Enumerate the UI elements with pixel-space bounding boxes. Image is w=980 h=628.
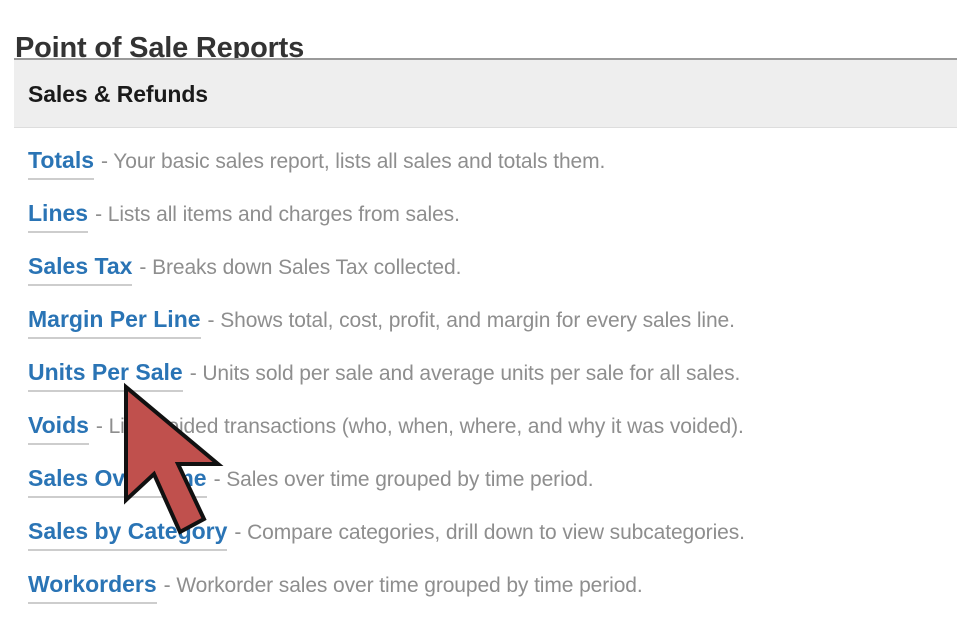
sales-and-refunds-panel: Sales & Refunds Totals - Your basic sales…: [14, 58, 957, 619]
report-description: - Compare categories, drill down to view…: [227, 518, 745, 548]
report-link-totals[interactable]: Totals: [28, 145, 95, 180]
report-link-sales-tax[interactable]: Sales Tax: [28, 251, 133, 286]
report-separator: -: [163, 574, 171, 597]
report-description: - Sales over time grouped by time period…: [207, 465, 594, 495]
report-description-text: Breaks down Sales Tax collected.: [152, 256, 462, 279]
report-description: - Units sold per sale and average units …: [183, 359, 741, 389]
report-description-text: Shows total, cost, profit, and margin fo…: [220, 309, 735, 332]
list-item: Sales by Category - Compare categories, d…: [28, 513, 943, 566]
panel-body: Totals - Your basic sales report, lists a…: [14, 128, 957, 619]
report-link-workorders[interactable]: Workorders: [28, 569, 157, 604]
report-description: - Lists voided transactions (who, when, …: [89, 412, 744, 442]
list-item: Sales Over Time - Sales over time grouped…: [28, 460, 943, 513]
report-description-text: Compare categories, drill down to view s…: [247, 521, 745, 544]
report-description-text: Your basic sales report, lists all sales…: [113, 150, 606, 173]
report-separator: -: [95, 203, 102, 226]
list-item: Totals - Your basic sales report, lists a…: [28, 142, 943, 195]
report-separator: -: [234, 521, 242, 544]
report-link-sales-over-time[interactable]: Sales Over Time: [28, 463, 207, 498]
report-description-text: Sales over time grouped by time period.: [226, 468, 594, 491]
list-item: Workorders - Workorder sales over time gr…: [28, 566, 943, 619]
report-description: - Breaks down Sales Tax collected.: [132, 253, 461, 283]
report-list: Totals - Your basic sales report, lists a…: [28, 142, 943, 619]
report-description: - Lists all items and charges from sales…: [88, 200, 460, 230]
report-link-sales-by-category[interactable]: Sales by Category: [28, 516, 228, 551]
panel-heading-title: Sales & Refunds: [28, 80, 208, 107]
report-description-text: Units sold per sale and average units pe…: [202, 362, 741, 385]
list-item: Lines - Lists all items and charges from …: [28, 195, 943, 248]
report-description: - Your basic sales report, lists all sal…: [94, 147, 605, 177]
list-item: Margin Per Line - Shows total, cost, prof…: [28, 301, 943, 354]
report-description: - Shows total, cost, profit, and margin …: [201, 306, 735, 336]
page-root: Point of Sale Reports Sales & Refunds To…: [0, 0, 980, 628]
report-link-margin-per-line[interactable]: Margin Per Line: [28, 304, 201, 339]
report-description-text: Lists all items and charges from sales.: [107, 203, 460, 226]
report-description: - Workorder sales over time grouped by t…: [157, 571, 643, 601]
report-separator: -: [213, 468, 221, 491]
report-separator: -: [189, 362, 197, 385]
report-description-text: Lists voided transactions (who, when, wh…: [108, 415, 744, 438]
report-link-voids[interactable]: Voids: [28, 410, 89, 445]
report-separator: -: [139, 256, 147, 279]
list-item: Voids - Lists voided transactions (who, w…: [28, 407, 943, 460]
report-link-units-per-sale[interactable]: Units Per Sale: [28, 357, 183, 392]
report-separator: -: [101, 150, 108, 173]
list-item: Units Per Sale - Units sold per sale and …: [28, 354, 943, 407]
report-separator: -: [95, 415, 103, 438]
report-link-lines[interactable]: Lines: [28, 198, 89, 233]
report-separator: -: [207, 309, 215, 332]
list-item: Sales Tax - Breaks down Sales Tax collect…: [28, 248, 943, 301]
panel-heading: Sales & Refunds: [14, 58, 957, 128]
report-description-text: Workorder sales over time grouped by tim…: [176, 574, 643, 597]
